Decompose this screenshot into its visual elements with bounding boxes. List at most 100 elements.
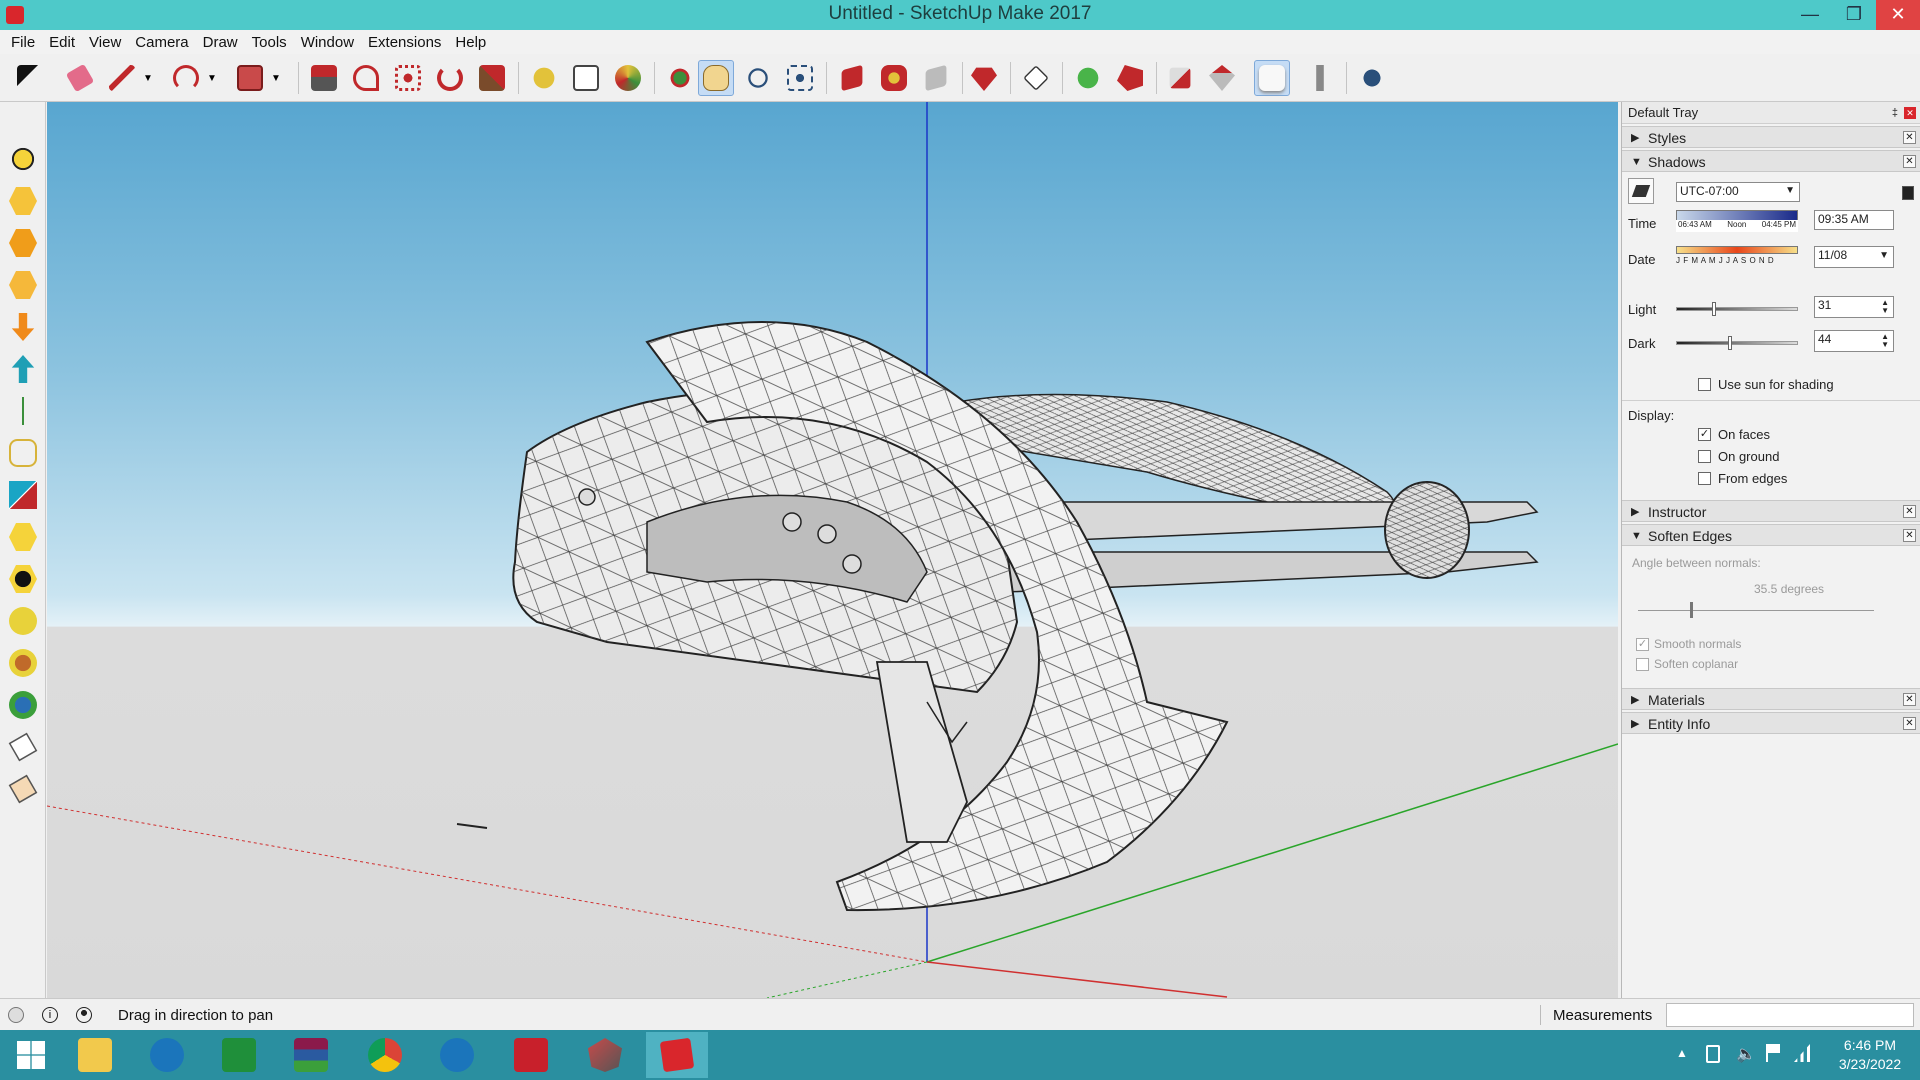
pencil-dropdown-button[interactable]: ▼ [140, 60, 156, 96]
section-plane-button[interactable] [1162, 60, 1198, 96]
soften-coplanar-checkbox[interactable] [1636, 658, 1649, 671]
system-clock[interactable]: 6:46 PM 3/23/2022 [1828, 1036, 1912, 1074]
taskbar-acrobat[interactable] [500, 1032, 562, 1078]
light-slider[interactable] [1676, 307, 1798, 311]
time-field[interactable]: 09:35 AM [1814, 210, 1894, 230]
tape-measure-tool-button[interactable] [526, 60, 562, 96]
sandbox-tool-9-button[interactable] [6, 688, 40, 722]
panel-materials[interactable]: ▶ Materials ✕ [1622, 688, 1920, 710]
shadows-toggle-button[interactable] [1254, 60, 1290, 96]
panel-soften-edges[interactable]: ▼ Soften Edges ✕ [1622, 524, 1920, 546]
light-slider-thumb[interactable] [1712, 302, 1716, 316]
text-tool-button[interactable] [568, 60, 604, 96]
arc-tool-button[interactable] [168, 60, 204, 96]
use-sun-checkbox[interactable] [1698, 378, 1711, 391]
taskbar-chrome[interactable] [354, 1032, 416, 1078]
orbit-tool-button[interactable] [662, 60, 698, 96]
eraser-2-button[interactable] [6, 730, 40, 764]
scale-tool-button[interactable] [474, 60, 510, 96]
zoom-extents-button[interactable] [782, 60, 818, 96]
eraser-3-button[interactable] [6, 772, 40, 806]
sandbox-tool-4-button[interactable] [6, 436, 40, 470]
component-button[interactable] [1018, 60, 1054, 96]
angle-slider-thumb[interactable] [1690, 602, 1693, 618]
tray-close-icon[interactable]: ✕ [1904, 107, 1916, 119]
taskbar-3d-app[interactable] [574, 1032, 636, 1078]
network-icon[interactable] [1794, 1044, 1810, 1062]
pan-tool-button[interactable] [698, 60, 734, 96]
shape-dropdown-button[interactable]: ▼ [268, 60, 284, 96]
sandbox-tool-6-button[interactable] [6, 562, 40, 596]
taskbar-file-explorer[interactable] [64, 1032, 126, 1078]
menu-file[interactable]: File [4, 34, 42, 51]
shape-tool-button[interactable] [232, 60, 268, 96]
light-field[interactable]: 31 ▲ ▼ [1814, 296, 1894, 318]
date-field[interactable]: 11/08 ▼ [1814, 246, 1894, 268]
panel-close-icon[interactable]: ✕ [1903, 529, 1916, 542]
details-toggle-icon[interactable] [1902, 186, 1914, 200]
sandbox-tool-2-button[interactable] [6, 226, 40, 260]
flag-icon[interactable] [1766, 1044, 1780, 1062]
move-tool-button[interactable] [390, 60, 426, 96]
rotate-tool-button[interactable] [432, 60, 468, 96]
panel-close-icon[interactable]: ✕ [1903, 693, 1916, 706]
taskbar-winrar[interactable] [280, 1032, 342, 1078]
menu-tools[interactable]: Tools [245, 34, 294, 51]
panel-instructor[interactable]: ▶ Instructor ✕ [1622, 500, 1920, 522]
panel-close-icon[interactable]: ✕ [1903, 155, 1916, 168]
minimize-button[interactable]: — [1788, 0, 1832, 30]
axes-tool-button[interactable] [6, 394, 40, 428]
layout-send-button[interactable] [918, 60, 954, 96]
taskbar-sketchup[interactable] [646, 1032, 708, 1078]
eraser-tool-button[interactable] [62, 60, 98, 96]
sandbox-tool-5-button[interactable] [6, 520, 40, 554]
toggle-terrain-button[interactable] [1112, 60, 1148, 96]
display-section-button[interactable] [1204, 60, 1240, 96]
measurements-input[interactable] [1666, 1003, 1914, 1027]
dark-slider-thumb[interactable] [1728, 336, 1732, 350]
close-button[interactable]: ✕ [1876, 0, 1920, 30]
user-account-icon[interactable] [76, 1007, 92, 1023]
smooth-normals-checkbox[interactable]: ✓ [1636, 638, 1649, 651]
menu-edit[interactable]: Edit [42, 34, 82, 51]
volume-icon[interactable]: 🔈 [1736, 1044, 1756, 1064]
show-hidden-icons[interactable]: ▲ [1676, 1046, 1688, 1060]
zoom-tool-button[interactable] [740, 60, 776, 96]
menu-help[interactable]: Help [448, 34, 493, 51]
3d-warehouse-button[interactable] [834, 60, 870, 96]
drape-tool-button[interactable] [6, 352, 40, 386]
instructor-button[interactable] [1354, 60, 1390, 96]
pencil-tool-button[interactable] [104, 60, 140, 96]
offset-tool-button[interactable] [348, 60, 384, 96]
sandbox-tool-1-button[interactable] [6, 184, 40, 218]
menu-draw[interactable]: Draw [196, 34, 245, 51]
on-ground-checkbox[interactable] [1698, 450, 1711, 463]
date-slider[interactable] [1676, 246, 1798, 254]
paint-bucket-tool-button[interactable] [610, 60, 646, 96]
menu-extensions[interactable]: Extensions [361, 34, 448, 51]
panel-entity-info[interactable]: ▶ Entity Info ✕ [1622, 712, 1920, 734]
push-pull-tool-button[interactable] [306, 60, 342, 96]
sandbox-tool-8-button[interactable] [6, 646, 40, 680]
dark-slider[interactable] [1676, 341, 1798, 345]
panel-close-icon[interactable]: ✕ [1903, 131, 1916, 144]
from-edges-checkbox[interactable] [1698, 472, 1711, 485]
extension-manager-button[interactable] [966, 60, 1002, 96]
sun-tool-button[interactable] [6, 142, 40, 176]
sandbox-tool-7-button[interactable] [6, 604, 40, 638]
sandbox-tool-3-button[interactable] [6, 268, 40, 302]
add-location-button[interactable] [1070, 60, 1106, 96]
angle-slider[interactable] [1638, 610, 1874, 611]
dark-field[interactable]: 44 ▲ ▼ [1814, 330, 1894, 352]
geolocation-icon[interactable] [8, 1007, 24, 1023]
fog-toggle-button[interactable] [1302, 60, 1338, 96]
on-faces-checkbox[interactable]: ✓ [1698, 428, 1711, 441]
maximize-button[interactable]: ❐ [1832, 0, 1876, 30]
menu-view[interactable]: View [82, 34, 128, 51]
pin-icon[interactable]: ‡ [1892, 102, 1898, 124]
start-button[interactable] [0, 1032, 62, 1078]
extension-warehouse-button[interactable] [876, 60, 912, 96]
taskbar-ccleaner-2[interactable] [426, 1032, 488, 1078]
panel-close-icon[interactable]: ✕ [1903, 717, 1916, 730]
select-tool-button[interactable] [12, 60, 48, 96]
